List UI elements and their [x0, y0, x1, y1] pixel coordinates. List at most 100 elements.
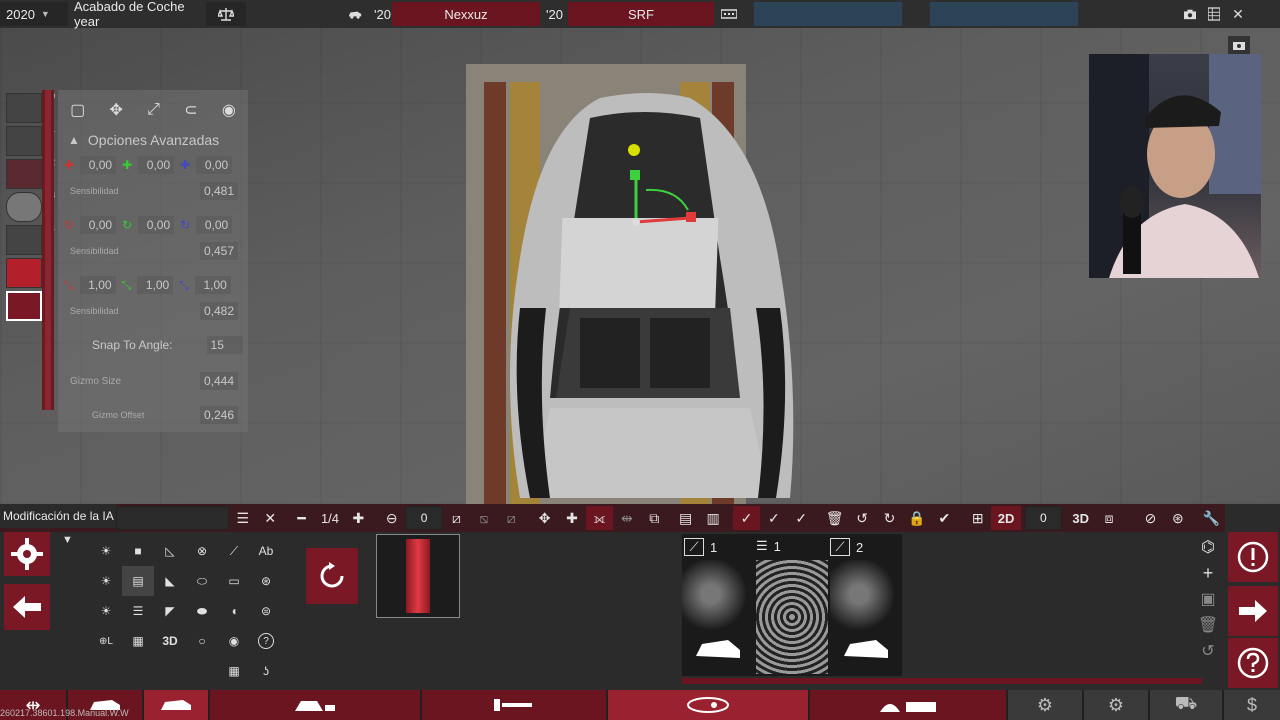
save-icon[interactable]: ▣: [1196, 586, 1220, 612]
position-y[interactable]: 0,00: [138, 156, 175, 174]
flip-x-icon[interactable]: ⧄: [443, 506, 470, 530]
wrench-icon[interactable]: 🔧: [1198, 506, 1225, 530]
color-slot-1[interactable]: [754, 2, 902, 26]
camera-icon[interactable]: [1178, 2, 1202, 26]
select-tool-icon[interactable]: ✓: [732, 506, 761, 530]
text-tool[interactable]: Ab: [250, 536, 282, 566]
clipboard-icon[interactable]: ▤: [672, 506, 699, 530]
mode-3d-button[interactable]: 3D: [1066, 506, 1095, 530]
magnet-icon[interactable]: ⊂: [184, 100, 197, 120]
tab-drivetrain[interactable]: [422, 690, 606, 720]
tab-paint[interactable]: [608, 690, 808, 720]
close-button[interactable]: ✕: [1226, 2, 1250, 26]
tab-engine[interactable]: ⚙: [1008, 690, 1082, 720]
name-input[interactable]: [115, 506, 230, 530]
rotation-y[interactable]: 0,00: [138, 216, 175, 234]
scale-sens-value[interactable]: 0,482: [200, 302, 239, 320]
layer-b-header[interactable]: ☰ 1: [756, 538, 781, 554]
thumbnail-scrollbar[interactable]: [42, 90, 54, 410]
lines-icon[interactable]: ☰: [122, 596, 154, 626]
thumbnail-selected[interactable]: [6, 291, 42, 321]
position-z[interactable]: 0,00: [196, 156, 233, 174]
clear-icon[interactable]: ✕: [256, 506, 283, 530]
expand-icon[interactable]: ⤢: [147, 101, 160, 119]
badge-icon[interactable]: ▭: [218, 566, 250, 596]
link-icon[interactable]: ⊕L: [90, 626, 122, 656]
bolt-icon[interactable]: ⊗: [186, 536, 218, 566]
layer-a-header[interactable]: ⟋ 1: [684, 538, 717, 556]
mirror-icon[interactable]: ⟗: [585, 506, 614, 530]
gizmo-offset-value[interactable]: 0,246: [200, 406, 239, 424]
thumbnail-5[interactable]: [6, 258, 42, 288]
layer-scrollbar[interactable]: [682, 678, 1202, 684]
delete-icon[interactable]: 🗑: [1196, 612, 1220, 638]
add-icon[interactable]: +: [1196, 560, 1220, 586]
scale-y[interactable]: 1,00: [137, 276, 174, 294]
paint-bucket-icon[interactable]: ⌬: [1196, 534, 1220, 560]
wheel-icon[interactable]: ⊛: [1164, 506, 1191, 530]
settings-button[interactable]: [4, 532, 50, 576]
light-3-icon[interactable]: ☀: [90, 596, 122, 626]
vent-icon[interactable]: ⬭: [186, 566, 218, 596]
tab-design[interactable]: [144, 690, 208, 720]
layer-c-header[interactable]: ⟋ 2: [830, 538, 863, 556]
position-x[interactable]: 0,00: [80, 156, 117, 174]
tag-field[interactable]: SRF: [568, 2, 714, 26]
grid-snap-icon[interactable]: ⊞: [964, 506, 991, 530]
tab-tuning[interactable]: ⚙: [1084, 690, 1148, 720]
mirror-axis-icon[interactable]: ⇹: [613, 506, 640, 530]
check-icon[interactable]: ✔: [931, 506, 958, 530]
cube-icon[interactable]: ▢: [70, 100, 85, 120]
move-icon[interactable]: ✥: [110, 100, 123, 120]
scale-x[interactable]: 1,00: [79, 276, 116, 294]
light-icon[interactable]: ☀: [90, 536, 122, 566]
flag-icon[interactable]: ◣: [154, 566, 186, 596]
paste-icon[interactable]: ▥: [699, 506, 726, 530]
mirror-tool-icon[interactable]: ◖: [218, 596, 250, 626]
eye-icon[interactable]: ◉: [222, 100, 236, 120]
next-button[interactable]: [1228, 586, 1278, 636]
mode-2d-button[interactable]: 2D: [991, 506, 1021, 530]
list-tool-icon[interactable]: ▤: [122, 566, 154, 596]
position-sens-value[interactable]: 0,481: [200, 182, 239, 200]
advanced-header[interactable]: ▲ Opciones Avanzadas: [58, 132, 248, 148]
tab-market[interactable]: $: [1224, 690, 1280, 720]
select-tool-3-icon[interactable]: ✓: [788, 506, 815, 530]
texture-gloss-2[interactable]: [830, 560, 902, 674]
tool-3d[interactable]: 3D: [154, 626, 186, 656]
flip-y-icon[interactable]: ⧅: [470, 506, 497, 530]
lock-icon[interactable]: 🔒: [903, 506, 930, 530]
exhaust-icon[interactable]: ⊜: [250, 596, 282, 626]
road-icon[interactable]: [714, 2, 744, 26]
thumbnail-2[interactable]: 2: [6, 157, 55, 189]
gizmo-size-value[interactable]: 0,444: [200, 372, 239, 390]
rotation-x[interactable]: 0,00: [80, 216, 117, 234]
help-button[interactable]: [1228, 638, 1278, 688]
trash-icon[interactable]: 🗑: [821, 506, 848, 530]
tab-trim[interactable]: [810, 690, 1006, 720]
hide-icon[interactable]: ⊖: [378, 506, 405, 530]
texture-mesh[interactable]: [756, 560, 828, 674]
dropdown-arrow-icon[interactable]: ▼: [62, 534, 73, 546]
designer-field[interactable]: Nexxuz: [392, 2, 540, 26]
refresh-button[interactable]: [306, 548, 358, 604]
redo-icon[interactable]: ↻: [876, 506, 903, 530]
tab-interior[interactable]: [210, 690, 420, 720]
rotation-sens-value[interactable]: 0,457: [200, 242, 239, 260]
select-tool-2-icon[interactable]: ✓: [760, 506, 787, 530]
minus-icon[interactable]: ━: [288, 506, 315, 530]
brush-icon[interactable]: ʖ: [250, 656, 282, 686]
back-button[interactable]: [4, 584, 50, 630]
car-icon[interactable]: [342, 2, 368, 26]
layer-input[interactable]: 0: [1024, 506, 1063, 530]
thumbnail-4[interactable]: 4: [6, 223, 55, 255]
list-icon[interactable]: ☰: [229, 506, 256, 530]
counter-input[interactable]: 0: [405, 506, 443, 530]
texture-gloss-1[interactable]: [682, 560, 754, 674]
circle-icon[interactable]: ○: [186, 626, 218, 656]
tab-testing[interactable]: ⛟: [1150, 690, 1222, 720]
square-icon[interactable]: ■: [122, 536, 154, 566]
plus-icon[interactable]: ✚: [345, 506, 372, 530]
view-icon[interactable]: ⧈: [1095, 506, 1122, 530]
car-model[interactable]: [440, 58, 880, 504]
